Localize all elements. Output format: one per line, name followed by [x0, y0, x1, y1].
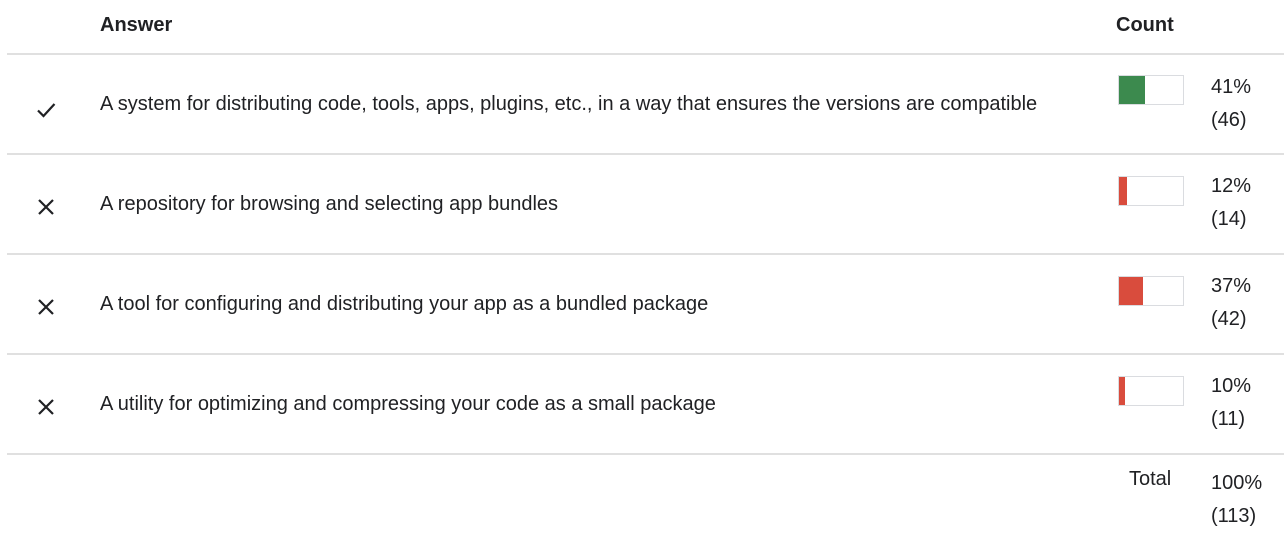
answer-row: A system for distributing code, tools, a…	[0, 55, 1284, 153]
answer-text: A system for distributing code, tools, a…	[100, 93, 1038, 115]
percentage-bar-fill	[1119, 377, 1126, 405]
count-text: (11)	[1211, 408, 1246, 430]
answer-text: A tool for configuring and distributing …	[100, 293, 709, 315]
total-percent-text: 100%	[1211, 472, 1263, 494]
answer-column-header: Answer	[100, 14, 173, 36]
answer-row: A utility for optimizing and compressing…	[0, 355, 1284, 453]
percentage-value: 12% (14)	[1211, 170, 1281, 236]
percentage-value: 41% (46)	[1211, 71, 1281, 137]
percent-text: 41%	[1211, 76, 1252, 98]
percentage-bar-fill	[1119, 76, 1146, 104]
close-icon	[34, 195, 58, 219]
total-value: 100% (113)	[1211, 467, 1281, 533]
percentage-bar	[1118, 276, 1184, 306]
percentage-bar	[1118, 176, 1184, 206]
percent-text: 10%	[1211, 375, 1252, 397]
percentage-bar-fill	[1119, 177, 1127, 205]
count-text: (42)	[1211, 308, 1247, 330]
table-header: Answer Count	[0, 0, 1284, 54]
answer-text: A utility for optimizing and compressing…	[100, 393, 716, 415]
percent-text: 12%	[1211, 175, 1252, 197]
percentage-bar-fill	[1119, 277, 1143, 305]
total-count-text: (113)	[1211, 505, 1257, 527]
percentage-bar	[1118, 75, 1184, 105]
percent-text: 37%	[1211, 275, 1252, 297]
answer-text: A repository for browsing and selecting …	[100, 193, 559, 215]
close-icon	[34, 295, 58, 319]
close-icon	[34, 395, 58, 419]
answer-row: A tool for configuring and distributing …	[0, 255, 1284, 353]
check-icon	[34, 98, 58, 122]
percentage-bar	[1118, 376, 1184, 406]
percentage-value: 10% (11)	[1211, 370, 1281, 436]
count-text: (46)	[1211, 109, 1247, 131]
count-column-header: Count	[1116, 14, 1174, 36]
answer-row: A repository for browsing and selecting …	[0, 155, 1284, 253]
divider	[7, 453, 1284, 455]
percentage-value: 37% (42)	[1211, 270, 1281, 336]
total-label: Total	[1129, 468, 1172, 490]
count-text: (14)	[1211, 208, 1247, 230]
